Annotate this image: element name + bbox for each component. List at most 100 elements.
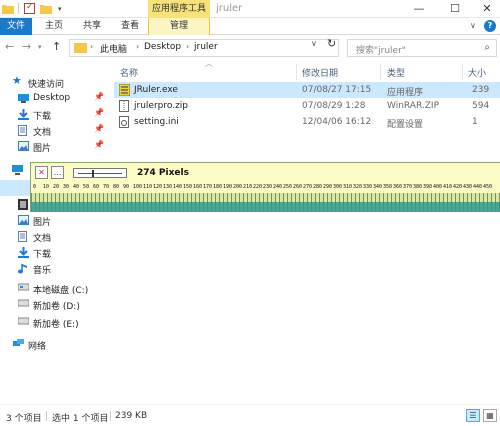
tab-file[interactable]: 文件 [0,18,32,35]
recent-locations-icon[interactable]: ▾ [38,43,42,51]
large-icons-view-icon[interactable]: ▦ [483,409,497,422]
download-icon [18,247,29,258]
sidebar-item-pictures-2[interactable]: 图片 [0,212,108,228]
sidebar-item-label: 文档 [33,234,52,244]
jruler-scale-label: 330 [363,184,373,190]
jruler-scale-label: 190 [223,184,233,190]
jruler-scale-label: 90 [123,184,130,190]
breadcrumb-jruler[interactable]: jruler [194,42,218,52]
sidebar-item-drive-e[interactable]: 新加卷 (E:) [0,314,108,330]
address-history-icon[interactable]: ∨ [311,39,317,48]
refresh-icon[interactable]: ↻ [327,37,336,50]
sidebar-item-label: 图片 [33,144,52,154]
breadcrumb-desktop[interactable]: Desktop [144,42,181,52]
selected-count: 选中 1 个项目 [52,414,109,424]
jruler-pixel-readout: 274 Pixels [137,168,189,178]
jruler-scale-label: 280 [313,184,323,190]
file-date: 12/04/06 16:12 [302,117,372,127]
forward-arrow-icon[interactable]: → [22,40,31,53]
navigation-bar: ← → ▾ ↑ › 此电脑 › Desktop › jruler ∨ ↻ 搜索"… [0,36,500,60]
file-size: 239 [472,85,490,95]
jruler-tick-marks [31,193,500,212]
properties-icon[interactable] [24,2,35,14]
sidebar-item-desktop[interactable]: Desktop 📌 [0,90,108,106]
jruler-scale-label: 110 [143,184,153,190]
slider-thumb[interactable] [92,170,94,177]
table-row[interactable]: setting.ini 12/04/06 16:12 配置设置 1 [114,114,500,130]
jruler-scale-label: 240 [273,184,283,190]
pin-icon[interactable]: 📌 [94,140,104,149]
file-type: 配置设置 [387,120,424,130]
sidebar-item-quick-access[interactable]: ★ 快速访问 [0,74,108,90]
sidebar-item-drive-d[interactable]: 新加卷 (D:) [0,296,108,312]
help-icon[interactable]: ? [484,20,496,32]
breadcrumb-separator-icon[interactable]: › [90,42,93,51]
tab-manage[interactable]: 管理 [148,18,210,35]
jruler-window[interactable]: ✕ ... 274 Pixels 0 10 20 30 40 50 60 70 80 90 100 1… [30,162,500,212]
jruler-scale-label: 100 [133,184,143,190]
jruler-options-button[interactable]: ... [51,166,64,179]
customize-toolbar-icon[interactable]: ▾ [58,2,62,15]
back-arrow-icon[interactable]: ← [5,40,14,53]
ribbon-tabs: 文件 主页 共享 查看 管理 ∨ ? [0,18,500,35]
sidebar-item-drive-c[interactable]: 本地磁盘 (C:) [0,280,108,296]
jruler-close-button[interactable]: ✕ [35,166,48,179]
jruler-transparency-slider[interactable] [73,168,127,178]
search-icon[interactable]: ⌕ [484,42,490,53]
pin-icon[interactable]: 📌 [94,108,104,117]
column-header-date[interactable]: 修改日期 [302,66,338,79]
sidebar-item-music[interactable]: 音乐 [0,260,108,276]
column-divider[interactable] [462,64,463,80]
minimize-button[interactable]: — [404,0,434,18]
address-bar[interactable]: › 此电脑 › Desktop › jruler [69,39,339,57]
column-header-type[interactable]: 类型 [387,66,405,79]
jruler-scale-label: 150 [183,184,193,190]
breadcrumb-separator-icon[interactable]: › [186,42,189,51]
sidebar-item-label: 网络 [28,342,47,352]
jruler-scale-label: 450 [483,184,493,190]
sidebar-item-downloads[interactable]: 下载 📌 [0,106,108,122]
column-divider[interactable] [380,64,381,80]
jruler-scale-label: 370 [403,184,413,190]
sidebar-item-documents-2[interactable]: 文档 [0,228,108,244]
jruler-scale-label: 350 [383,184,393,190]
drive-icon [17,299,30,309]
search-box[interactable]: 搜索"jruler" ⌕ [347,39,497,57]
jruler-scale[interactable]: 0 10 20 30 40 50 60 70 80 90 100 110 120 130 140 150 160… [31,183,500,212]
column-header-name[interactable]: 名称 [120,66,138,79]
column-header-size[interactable]: 大小 [468,66,486,79]
pin-icon[interactable]: 📌 [94,124,104,133]
sidebar-item-downloads-2[interactable]: 下载 [0,244,108,260]
jruler-scale-label: 230 [263,184,273,190]
breadcrumb-this-pc[interactable]: 此电脑 [100,42,127,55]
tab-home[interactable]: 主页 [36,18,72,35]
up-arrow-icon[interactable]: ↑ [52,40,61,53]
breadcrumb-separator-icon[interactable]: › [136,42,139,51]
window-title: jruler [216,3,243,14]
jruler-scale-label: 170 [203,184,213,190]
column-divider[interactable] [296,64,297,80]
sidebar-item-network[interactable]: 网络 [0,336,108,352]
picture-icon [18,141,29,151]
jruler-scale-label: 160 [193,184,203,190]
table-row[interactable]: JRuler.exe 07/08/27 17:15 应用程序 239 [114,82,500,98]
pin-icon[interactable]: 📌 [94,92,104,101]
sidebar-item-label: Desktop [33,93,71,103]
jruler-scale-label: 290 [323,184,333,190]
tab-view[interactable]: 查看 [112,18,148,35]
chevron-down-icon[interactable]: ∨ [470,21,476,30]
sidebar-item-documents[interactable]: 文档 📌 [0,122,108,138]
ini-icon [119,116,130,128]
sidebar-item-pictures[interactable]: 图片 📌 [0,138,108,154]
file-name: jrulerpro.zip [134,101,189,111]
tab-share[interactable]: 共享 [74,18,110,35]
jruler-scale-label: 360 [393,184,403,190]
close-button[interactable]: ✕ [472,0,500,18]
details-view-icon[interactable]: ☰ [466,409,480,422]
selected-size: 239 KB [115,411,148,421]
file-date: 07/08/29 1:28 [302,101,366,111]
table-row[interactable]: jrulerpro.zip 07/08/29 1:28 WinRAR.ZIP 5… [114,98,500,114]
maximize-button[interactable]: ☐ [440,0,470,18]
new-folder-icon[interactable] [40,2,52,15]
folder-icon[interactable] [2,2,14,15]
